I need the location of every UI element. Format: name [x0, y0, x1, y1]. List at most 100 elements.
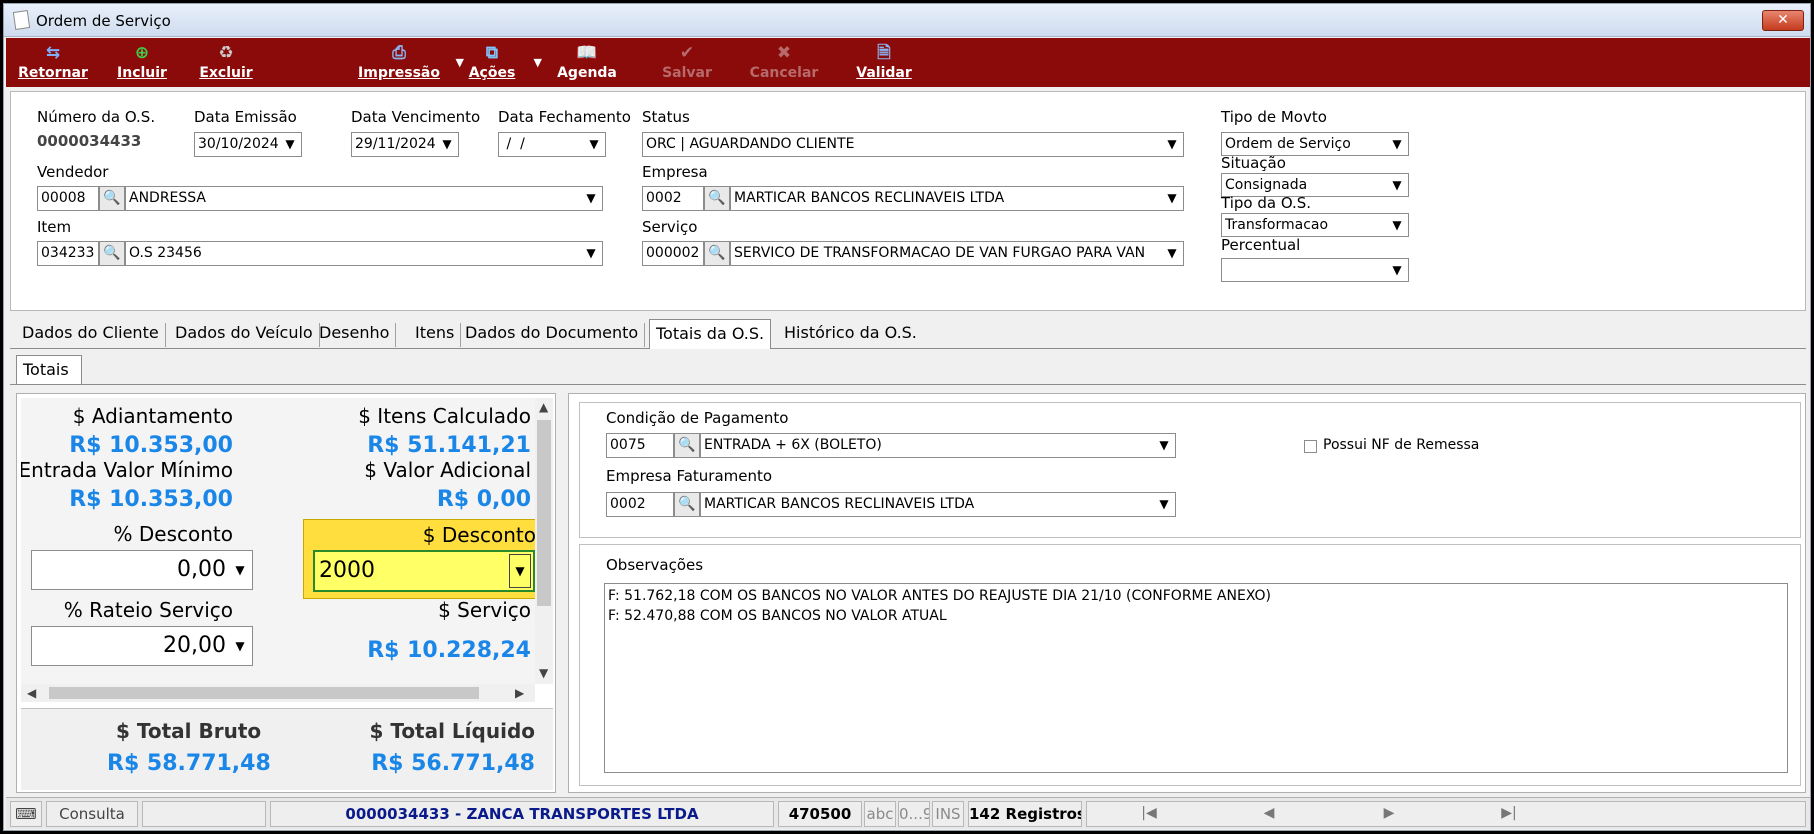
tipo-os-select[interactable]: Transformacao ▼	[1221, 213, 1409, 237]
emp-fat-code-field[interactable]: 0002	[606, 492, 674, 517]
search-icon[interactable]: 🔍	[704, 186, 730, 211]
search-icon[interactable]: 🔍	[674, 492, 700, 517]
servico-label: Serviço	[642, 218, 698, 236]
nf-remessa-label: Possui NF de Remessa	[1323, 437, 1480, 453]
empresa-code-field[interactable]: 0002	[642, 186, 704, 211]
condicao-code-field[interactable]: 0075	[606, 433, 674, 458]
nav-bar	[1086, 801, 1806, 827]
chevron-down-icon[interactable]: ▼	[456, 56, 464, 69]
current-record: 0000034433 - ZANCA TRANSPORTES LTDA	[270, 801, 774, 827]
empresa-name-select[interactable]: MARTICAR BANCOS RECLINAVEIS LTDA ▼	[730, 186, 1184, 211]
salvar-button[interactable]: ✔ Salvar	[654, 42, 720, 84]
emp-fat-name-select[interactable]: MARTICAR BANCOS RECLINAVEIS LTDA ▼	[700, 492, 1176, 517]
tipo-os-label: Tipo da O.S.	[1221, 194, 1312, 212]
first-record-icon[interactable]: |◀	[1134, 801, 1164, 827]
desconto-label: $ Desconto	[422, 523, 535, 547]
chevron-down-icon[interactable]: ▼	[534, 56, 542, 69]
chevron-up-icon[interactable]: ▲	[539, 400, 548, 414]
chevron-right-icon[interactable]: ▶	[515, 686, 524, 700]
cancelar-button[interactable]: ✖ Cancelar	[744, 42, 824, 84]
chevron-down-icon[interactable]: ▼	[1386, 259, 1408, 281]
data-fechamento-field[interactable]: / / ▼	[498, 132, 606, 157]
chevron-down-icon[interactable]: ▼	[580, 187, 602, 210]
retornar-button[interactable]: ⇆ Retornar	[18, 42, 88, 84]
servico-name-select[interactable]: SERVICO DE TRANSFORMACAO DE VAN FURGAO P…	[730, 241, 1184, 266]
chevron-down-icon[interactable]: ▼	[583, 133, 605, 156]
status-select[interactable]: ORC | AGUARDANDO CLIENTE ▼	[642, 132, 1184, 157]
close-button[interactable]: ✕	[1762, 10, 1804, 31]
last-record-icon[interactable]: ▶|	[1494, 801, 1524, 827]
tipo-movto-select[interactable]: Ordem de Serviço ▼	[1221, 132, 1409, 156]
chevron-down-icon[interactable]: ▼	[1153, 434, 1175, 457]
pct-desconto-field[interactable]: 0,00 ▼	[31, 550, 253, 590]
item-name-select[interactable]: O.S 23456 ▼	[125, 241, 603, 266]
tab-dados-cliente[interactable]: Dados do Cliente	[16, 323, 166, 347]
chevron-down-icon[interactable]: ▼	[1161, 187, 1183, 210]
digits-indicator: 0...9	[898, 801, 930, 827]
valor-adicional-label: $ Valor Adicional	[364, 458, 531, 482]
data-vencimento-field[interactable]: 29/11/2024 ▼	[351, 132, 459, 157]
servico-total-value: R$ 10.228,24	[367, 638, 531, 663]
totais-panel: $ Adiantamento R$ 10.353,00 $ Itens Calc…	[16, 393, 556, 793]
tab-totais-os[interactable]: Totais da O.S.	[649, 319, 772, 349]
search-icon[interactable]: 🔍	[704, 241, 730, 266]
tab-historico-os[interactable]: Histórico da O.S.	[778, 323, 923, 347]
search-icon[interactable]: 🔍	[99, 186, 125, 211]
servico-total-label: $ Serviço	[438, 598, 531, 622]
validar-button[interactable]: 🗎 Validar	[852, 42, 916, 84]
itens-calculado-label: $ Itens Calculado	[358, 404, 531, 428]
percentual-select[interactable]: ▼	[1221, 258, 1409, 282]
status-cell-empty	[142, 801, 266, 827]
chevron-down-icon[interactable]: ▼	[1386, 174, 1408, 196]
chevron-down-icon[interactable]: ▼	[580, 242, 602, 265]
observacoes-textarea[interactable]: F: 51.762,18 COM OS BANCOS NO VALOR ANTE…	[604, 583, 1788, 773]
acoes-button[interactable]: ⧉ Ações ▼	[464, 42, 542, 84]
nf-remessa-checkbox[interactable]	[1304, 440, 1317, 453]
totais-scroll-area: $ Adiantamento R$ 10.353,00 $ Itens Calc…	[21, 398, 535, 684]
impressao-button[interactable]: ⎙ Impressão ▼	[356, 42, 464, 84]
servico-code-field[interactable]: 000002	[642, 241, 704, 266]
rateio-servico-field[interactable]: 20,00 ▼	[31, 626, 253, 666]
vendedor-code-field[interactable]: 00008	[37, 186, 99, 211]
chevron-down-icon[interactable]: ▼	[509, 554, 531, 588]
condicao-name-select[interactable]: ENTRADA + 6X (BOLETO) ▼	[700, 433, 1176, 458]
prev-record-icon[interactable]: ◀	[1254, 801, 1284, 827]
search-icon[interactable]: 🔍	[99, 241, 125, 266]
search-icon[interactable]: 🔍	[674, 433, 700, 458]
scroll-thumb[interactable]	[49, 687, 479, 699]
horizontal-scrollbar[interactable]: ◀ ▶	[21, 684, 535, 702]
scroll-thumb[interactable]	[537, 420, 551, 606]
chevron-down-icon[interactable]: ▼	[436, 133, 458, 156]
desconto-field[interactable]: 2000 ▼	[313, 550, 535, 592]
chevron-down-icon[interactable]: ▼	[1161, 133, 1183, 156]
tab-itens[interactable]: Itens	[409, 323, 462, 347]
total-liquido-label: $ Total Líquido	[369, 719, 535, 743]
next-record-icon[interactable]: ▶	[1374, 801, 1404, 827]
item-code-field[interactable]: 034233	[37, 241, 99, 266]
vertical-scrollbar[interactable]: ▲ ▼	[535, 398, 553, 684]
chevron-down-icon[interactable]: ▼	[1153, 493, 1175, 516]
excluir-button[interactable]: ♻ Excluir	[196, 42, 256, 84]
chevron-down-icon[interactable]: ▼	[1386, 214, 1408, 236]
chevron-left-icon[interactable]: ◀	[27, 686, 36, 700]
data-emissao-field[interactable]: 30/10/2024 ▼	[194, 132, 302, 157]
document-check-icon: 🗎	[877, 43, 891, 63]
chevron-down-icon[interactable]: ▼	[230, 551, 250, 589]
incluir-button[interactable]: ⊕ Incluir	[114, 42, 170, 84]
agenda-button[interactable]: 📖 Agenda	[554, 42, 620, 84]
chevron-down-icon[interactable]: ▼	[1161, 242, 1183, 265]
chevron-down-icon[interactable]: ▼	[539, 666, 548, 680]
chevron-down-icon[interactable]: ▼	[1386, 133, 1408, 155]
entrada-minimo-value: R$ 10.353,00	[69, 487, 233, 512]
chevron-down-icon[interactable]: ▼	[279, 133, 301, 156]
title-bar: Ordem de Serviço ✕	[4, 4, 1810, 37]
subtab-totais[interactable]: Totais	[16, 355, 82, 385]
chevron-down-icon[interactable]: ▼	[230, 627, 250, 665]
tab-desenho[interactable]: Desenho	[313, 323, 397, 347]
tab-dados-documento[interactable]: Dados do Documento	[459, 323, 646, 347]
header-panel: Número da O.S. 0000034433 Data Emissão 3…	[10, 91, 1806, 311]
numero-os-value: 0000034433	[37, 132, 142, 150]
tab-dados-veiculo[interactable]: Dados do Veículo	[169, 323, 320, 347]
status-code: 470500	[778, 801, 862, 827]
vendedor-name-select[interactable]: ANDRESSA ▼	[125, 186, 603, 211]
